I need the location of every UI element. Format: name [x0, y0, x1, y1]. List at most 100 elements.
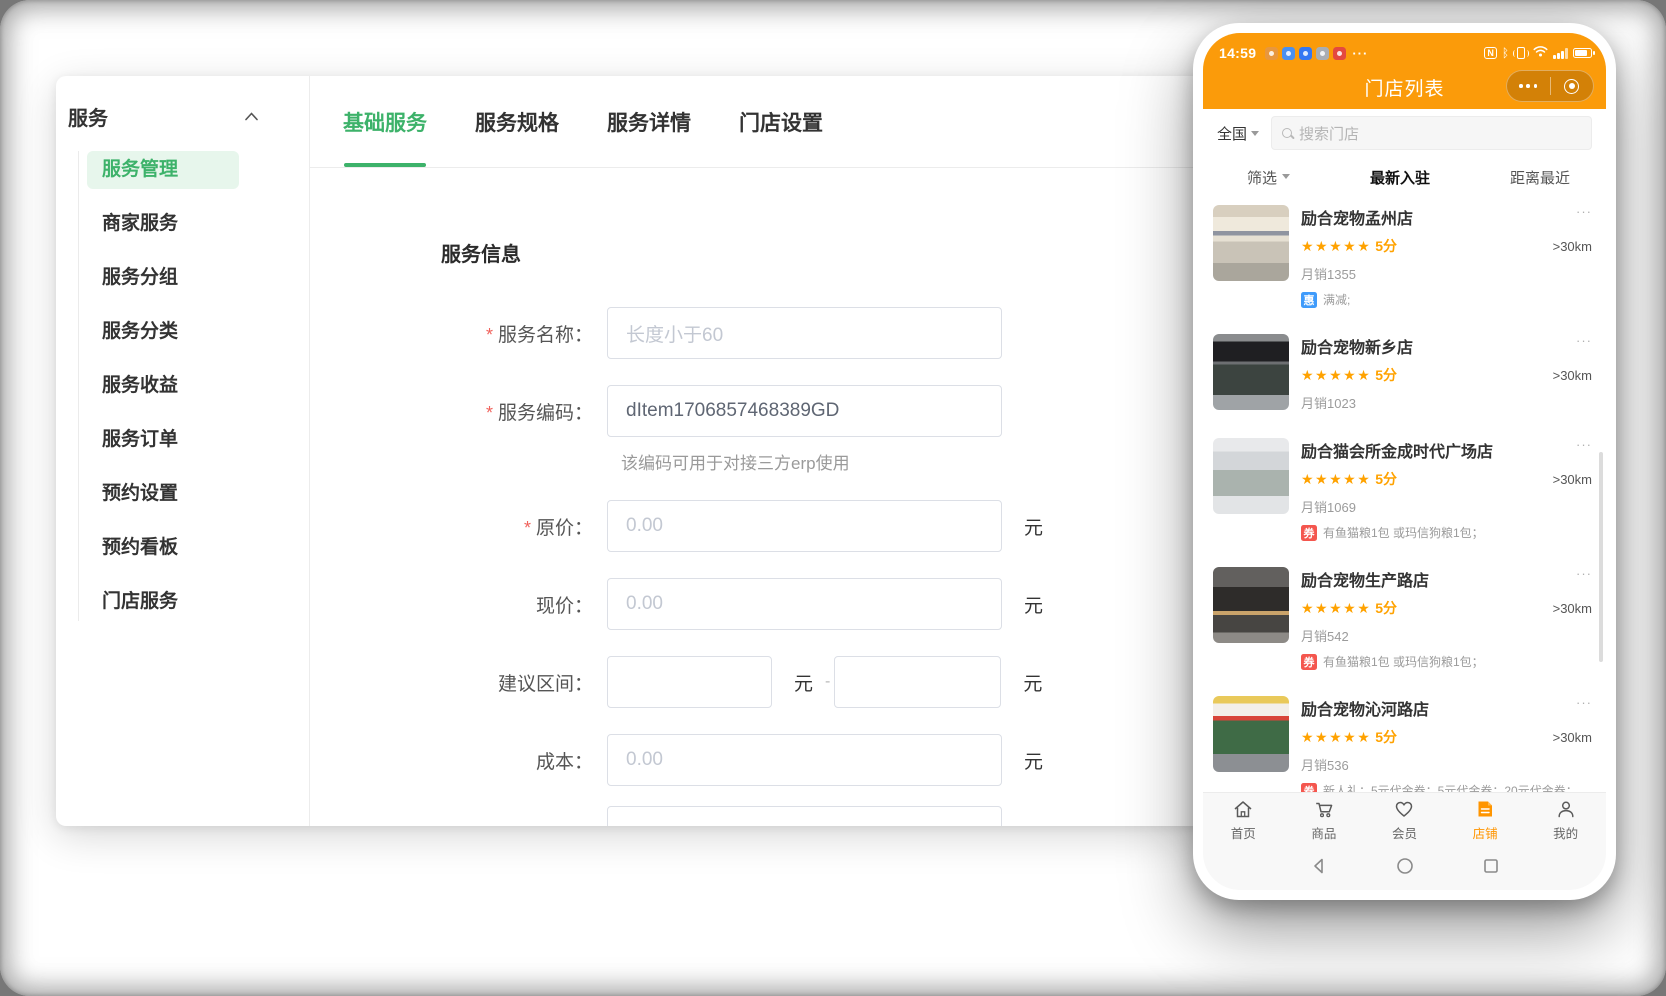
- sidebar-item[interactable]: 服务分组: [87, 259, 239, 297]
- more-icon[interactable]: [1507, 71, 1550, 101]
- recents-icon[interactable]: [1481, 856, 1501, 881]
- store-coupon-row: 券新人礼；5元代金券；5元代金券；20元代金券；: [1301, 782, 1592, 792]
- form-rows: *服务名称：长度小于60*服务编码：dItem1706857468389GD该编…: [385, 307, 1186, 786]
- news-icon: [1333, 47, 1346, 60]
- sort-option[interactable]: 筛选: [1247, 167, 1290, 188]
- coupon-text: 有鱼猫粮1包 或玛信狗粮1包；: [1323, 524, 1484, 541]
- input-value: dItem1706857468389GD: [626, 400, 839, 422]
- tab-active[interactable]: 基础服务: [343, 76, 427, 167]
- store-list-item[interactable]: 励合猫会所金成时代广场店···★★★★★5分>30km月销1069券有鱼猫粮1包…: [1213, 438, 1592, 541]
- search-input[interactable]: 搜索门店: [1271, 116, 1592, 150]
- sidebar-item[interactable]: 服务管理: [87, 151, 239, 189]
- nav-bar: 门店列表: [1203, 65, 1606, 109]
- chevron-down-icon: [1282, 174, 1290, 183]
- store-rating: ★★★★★5分: [1301, 727, 1397, 747]
- scrollbar[interactable]: [1599, 452, 1603, 662]
- field-label: *服务编码：: [385, 398, 607, 425]
- heart-icon: [1393, 798, 1415, 820]
- unit-label: 元: [1024, 513, 1043, 540]
- field-label: 成本：: [385, 747, 607, 774]
- exit-target-icon[interactable]: [1551, 71, 1594, 101]
- region-label: 全国: [1217, 123, 1247, 144]
- more-dots-icon[interactable]: ···: [1570, 334, 1592, 346]
- star-icons: ★★★★★: [1301, 729, 1371, 745]
- shield-icon: [1282, 47, 1295, 60]
- star-icons: ★★★★★: [1301, 471, 1371, 487]
- region-selector[interactable]: 全国: [1217, 123, 1259, 144]
- tab-cart[interactable]: 商品: [1284, 793, 1365, 846]
- store-score: 5分: [1375, 600, 1397, 616]
- sort-option[interactable]: 距离最近: [1510, 167, 1570, 188]
- more-dots-icon[interactable]: ···: [1570, 696, 1592, 708]
- store-coupon-row: 券有鱼猫粮1包 或玛信狗粮1包；: [1301, 653, 1592, 670]
- tab-item[interactable]: 服务规格: [475, 76, 559, 167]
- coupon-badge: 券: [1301, 654, 1317, 670]
- tab-home[interactable]: 首页: [1203, 793, 1284, 846]
- back-icon[interactable]: [1309, 856, 1329, 881]
- wifi-icon: [1533, 44, 1548, 62]
- sidebar-item[interactable]: 预约设置: [87, 475, 239, 513]
- store-list-item[interactable]: 励合宠物孟州店···★★★★★5分>30km月销1355惠满减;: [1213, 205, 1592, 308]
- more-dots-icon[interactable]: ···: [1570, 205, 1592, 217]
- sidebar-group-services[interactable]: 服务: [56, 76, 309, 131]
- tab-item[interactable]: 门店设置: [739, 76, 823, 167]
- tab-label: 店铺: [1473, 823, 1498, 842]
- text-input[interactable]: 0.00: [607, 500, 1002, 552]
- store-info: 励合宠物新乡店···★★★★★5分>30km月销1023: [1289, 334, 1592, 412]
- text-input[interactable]: [834, 656, 1001, 708]
- store-list-item[interactable]: 励合宠物沁河路店···★★★★★5分>30km月销536券新人礼；5元代金券；5…: [1213, 696, 1592, 792]
- star-icons: ★★★★★: [1301, 367, 1371, 383]
- sidebar-item[interactable]: 预约看板: [87, 529, 239, 567]
- sidebar-item[interactable]: 服务分类: [87, 313, 239, 351]
- tab-heart[interactable]: 会员: [1364, 793, 1445, 846]
- form-row: 现价：0.00元: [385, 578, 1186, 630]
- text-input[interactable]: dItem1706857468389GD: [607, 385, 1002, 437]
- store-rating: ★★★★★5分: [1301, 236, 1397, 256]
- store-photo: [1213, 567, 1289, 643]
- chevron-down-icon: [1251, 131, 1259, 140]
- unit-label: 元: [1023, 669, 1042, 696]
- form-row: *服务名称：长度小于60: [385, 307, 1186, 359]
- store-photo: [1213, 334, 1289, 410]
- slash-icon: [1316, 47, 1329, 60]
- vibrate-icon: [1517, 47, 1525, 59]
- field-label: *服务名称：: [385, 320, 607, 347]
- tab-user[interactable]: 我的: [1525, 793, 1606, 846]
- store-monthly-sales: 月销542: [1301, 626, 1592, 645]
- overflow-dots-icon: ···: [1352, 46, 1368, 61]
- store-rating-row: ★★★★★5分>30km: [1301, 727, 1592, 747]
- text-input[interactable]: 长度小于60: [607, 307, 1002, 359]
- coupon-text: 满减;: [1323, 291, 1350, 308]
- home-circle-icon[interactable]: [1395, 856, 1415, 881]
- tab-shop[interactable]: 店铺: [1445, 793, 1526, 846]
- field-label: 建议区间：: [385, 669, 607, 696]
- sidebar-item[interactable]: 服务收益: [87, 367, 239, 405]
- more-dots-icon[interactable]: ···: [1570, 567, 1592, 579]
- store-score: 5分: [1375, 471, 1397, 487]
- phone-screen: 14:59 ··· N ᛒ 门店列表: [1203, 33, 1606, 890]
- navigation-icon: [1299, 47, 1312, 60]
- tab-item[interactable]: 服务详情: [607, 76, 691, 167]
- text-input[interactable]: 0.00: [607, 578, 1002, 630]
- store-list-item[interactable]: 励合宠物新乡店···★★★★★5分>30km月销1023: [1213, 334, 1592, 412]
- bottom-tab-bar: 首页商品 会员店铺 我的: [1203, 792, 1606, 846]
- store-coupon-row: 惠满减;: [1301, 291, 1592, 308]
- page-background: 服务 服务管理商家服务服务分组服务分类服务收益服务订单预约设置预约看板门店服务 …: [0, 0, 1666, 996]
- miniprogram-capsule: [1506, 70, 1594, 102]
- nfc-icon: N: [1484, 47, 1497, 59]
- text-input[interactable]: 0.00: [607, 734, 1002, 786]
- sidebar-item[interactable]: 服务订单: [87, 421, 239, 459]
- signal-icon: [1553, 48, 1568, 59]
- store-list-item[interactable]: 励合宠物生产路店···★★★★★5分>30km月销542券有鱼猫粮1包 或玛信狗…: [1213, 567, 1592, 670]
- form-row-line: 成本：0.00元: [385, 734, 1186, 786]
- tab-label: 商品: [1311, 823, 1336, 842]
- text-input[interactable]: [607, 806, 1002, 826]
- more-dots-icon[interactable]: ···: [1570, 438, 1592, 450]
- sidebar-item[interactable]: 门店服务: [87, 583, 239, 621]
- chevron-up-icon[interactable]: [244, 105, 259, 128]
- required-asterisk: *: [486, 403, 493, 423]
- text-input[interactable]: [607, 656, 772, 708]
- status-bar: 14:59 ··· N ᛒ: [1203, 33, 1606, 65]
- sidebar-item[interactable]: 商家服务: [87, 205, 239, 243]
- sort-option[interactable]: 最新入驻: [1370, 167, 1430, 188]
